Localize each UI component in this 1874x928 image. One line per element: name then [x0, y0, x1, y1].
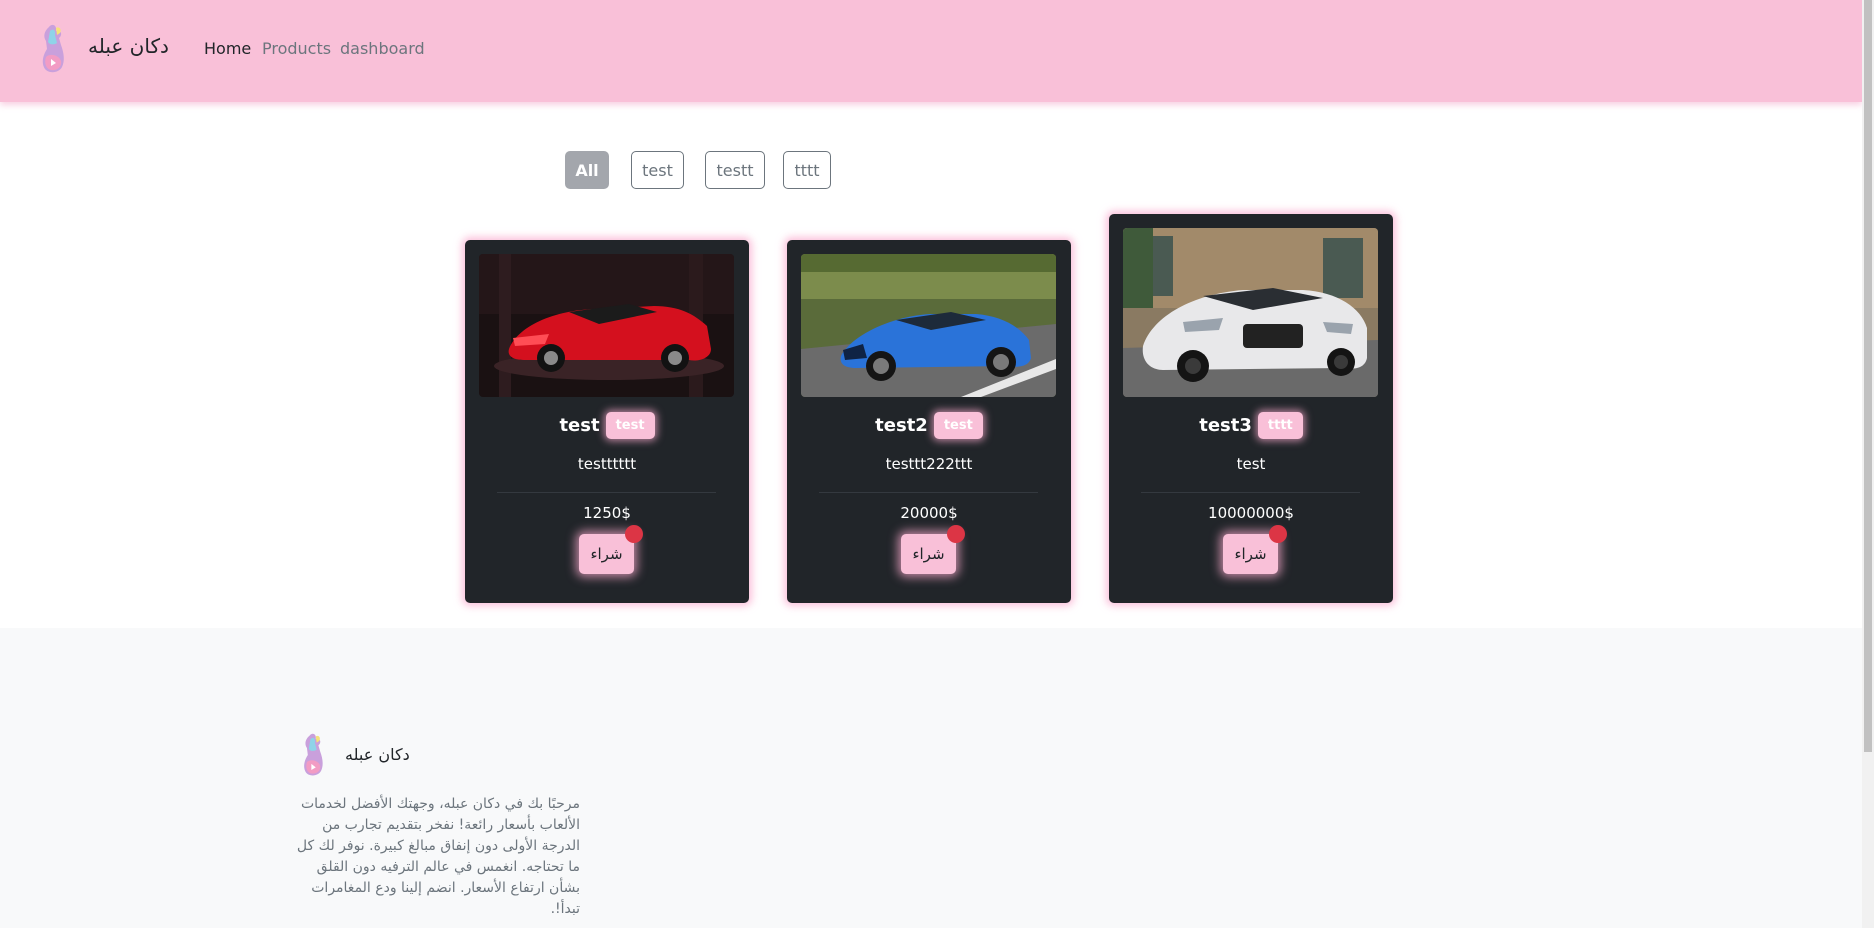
filter-test-button[interactable]: test	[631, 151, 684, 189]
notification-dot	[947, 525, 965, 543]
product-card: test test testttttt 1250$ شراء	[465, 240, 749, 603]
product-title-row: test3 tttt	[1109, 412, 1393, 439]
buy-button-label: شراء	[1234, 545, 1267, 563]
product-image	[801, 254, 1056, 397]
card-divider	[1141, 492, 1360, 493]
product-tag-badge: test	[605, 412, 655, 439]
card-divider	[819, 492, 1038, 493]
page-scrollbar[interactable]	[1862, 0, 1874, 928]
product-title-row: test2 test	[787, 412, 1071, 439]
product-tag-badge: tttt	[1257, 412, 1303, 439]
footer	[0, 628, 1862, 928]
buy-button[interactable]: شراء	[1223, 525, 1287, 574]
product-name: test2	[875, 415, 928, 436]
product-name: test3	[1199, 415, 1252, 436]
brand-logo-icon[interactable]	[37, 23, 71, 75]
filter-all-button[interactable]: All	[565, 151, 609, 189]
product-tag-badge: test	[933, 412, 983, 439]
filter-testt-button[interactable]: testt	[705, 151, 765, 189]
product-card: test3 tttt test 10000000$ شراء	[1109, 214, 1393, 603]
card-divider	[497, 492, 716, 493]
product-description: test	[1236, 455, 1266, 473]
nav-link-dashboard[interactable]: dashboard	[340, 39, 425, 58]
buy-button-label: شراء	[590, 545, 623, 563]
nav-link-home[interactable]: Home	[204, 39, 251, 58]
product-image	[1123, 228, 1378, 397]
footer-description: مرحبًا بك في دكان عبله، وجهتك الأفضل لخد…	[296, 796, 580, 917]
notification-dot	[1269, 525, 1287, 543]
buy-button[interactable]: شراء	[579, 525, 643, 574]
product-description: testtt222ttt	[885, 455, 973, 473]
product-price: 1250$	[583, 504, 631, 522]
brand-name[interactable]: دكان عبله	[88, 34, 169, 58]
footer-brand-name: دكان عبله	[345, 745, 410, 764]
footer-logo-icon	[304, 733, 323, 776]
product-description: testttttt	[577, 455, 637, 473]
product-image	[479, 254, 734, 397]
product-price: 20000$	[900, 504, 958, 522]
product-card: test2 test testtt222ttt 20000$ شراء	[787, 240, 1071, 603]
product-price: 10000000$	[1208, 504, 1294, 522]
buy-button[interactable]: شراء	[901, 525, 965, 574]
scrollbar-thumb[interactable]	[1864, 0, 1872, 752]
nav-link-products[interactable]: Products	[262, 39, 331, 58]
buy-button-label: شراء	[912, 545, 945, 563]
product-name: test	[559, 415, 600, 436]
notification-dot	[625, 525, 643, 543]
filter-tttt-button[interactable]: tttt	[783, 151, 831, 189]
product-title-row: test test	[465, 412, 749, 439]
navbar: دكان عبله Home Products dashboard	[0, 0, 1862, 102]
